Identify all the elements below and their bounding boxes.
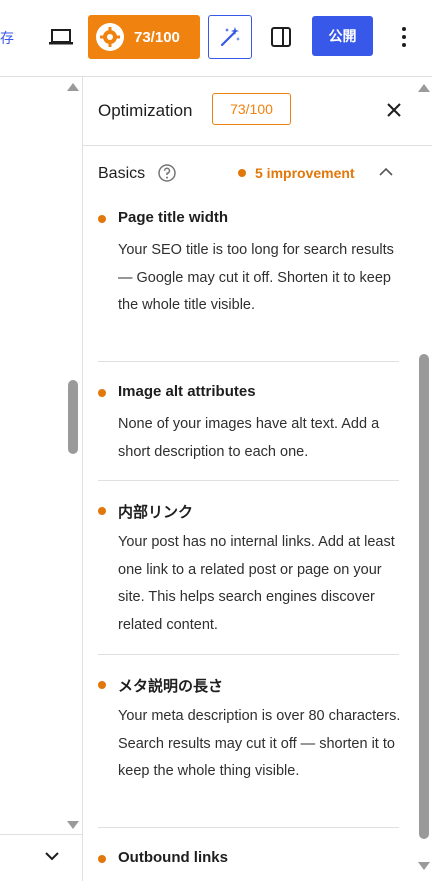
- section-label: Basics: [98, 165, 146, 182]
- status-dot: [98, 215, 106, 223]
- panel-scrollbar-thumb[interactable]: [419, 354, 429, 839]
- left-bottom-bar: [0, 834, 82, 882]
- chevron-down-icon[interactable]: [44, 851, 60, 861]
- help-icon[interactable]: [157, 163, 177, 183]
- device-preview-button[interactable]: [44, 22, 78, 52]
- improvement-count-badge: 5 improvement: [238, 165, 355, 181]
- check-item: 内部リンク Your post has no internal links. A…: [98, 501, 399, 641]
- check-description: Your SEO title is too long for search re…: [118, 242, 394, 313]
- status-dot: [98, 389, 106, 397]
- check-title: メタ説明の長さ: [118, 678, 224, 695]
- score-value: 73/100: [134, 28, 180, 46]
- divider: [98, 654, 399, 655]
- sidebar-toggle-button[interactable]: [266, 22, 296, 52]
- save-draft-link[interactable]: 存: [0, 28, 14, 48]
- close-icon: [387, 103, 401, 117]
- panel-title: Optimization: [98, 101, 193, 120]
- divider: [98, 480, 399, 481]
- check-item: Outbound links: [98, 849, 399, 873]
- check-title: Image alt attributes: [118, 383, 256, 400]
- more-vertical-icon: [402, 27, 406, 47]
- check-description: Your post has no internal links. Add at …: [118, 534, 395, 633]
- check-title: Outbound links: [118, 849, 228, 866]
- status-dot: [98, 681, 106, 689]
- status-dot: [98, 507, 106, 515]
- basics-section-toggle[interactable]: Basics 5 improvement: [98, 163, 398, 187]
- close-panel-button[interactable]: [383, 99, 405, 121]
- status-dot: [238, 169, 246, 177]
- panel-score-badge: 73/100: [212, 93, 291, 125]
- left-scrollbar-thumb[interactable]: [68, 380, 78, 454]
- scroll-up-arrow-icon[interactable]: [417, 83, 431, 93]
- more-options-button[interactable]: [392, 20, 416, 54]
- optimization-panel: Optimization 73/100 Basics 5 improvement…: [83, 77, 432, 881]
- magic-wand-icon: [220, 27, 240, 47]
- seo-score-button[interactable]: 73/100: [88, 15, 200, 59]
- scroll-down-arrow-icon[interactable]: [66, 820, 80, 830]
- scroll-up-arrow-icon[interactable]: [66, 82, 80, 92]
- ai-assistant-button[interactable]: [208, 15, 252, 59]
- gear-icon: [96, 23, 124, 51]
- check-item: Page title width Your SEO title is too l…: [98, 209, 399, 349]
- check-description: None of your images have alt text. Add a…: [118, 416, 380, 460]
- check-title: 内部リンク: [118, 504, 194, 521]
- check-item: メタ説明の長さ Your meta description is over 80…: [98, 675, 400, 815]
- scroll-down-arrow-icon[interactable]: [417, 861, 431, 871]
- status-dot: [98, 855, 106, 863]
- divider: [98, 827, 399, 828]
- panel-header: Optimization 73/100: [83, 77, 432, 146]
- chevron-up-icon[interactable]: [379, 167, 393, 176]
- check-item: Image alt attributes None of your images…: [98, 383, 399, 473]
- laptop-icon: [49, 29, 73, 45]
- editor-area: [0, 77, 83, 881]
- publish-button[interactable]: 公開: [312, 16, 373, 56]
- top-toolbar: 存 73/100 公開: [0, 0, 432, 77]
- divider: [98, 361, 399, 362]
- check-description: Your meta description is over 80 charact…: [118, 708, 401, 779]
- sidebar-icon: [271, 27, 291, 47]
- improvement-count: 5 improvement: [255, 165, 355, 181]
- check-title: Page title width: [118, 209, 229, 226]
